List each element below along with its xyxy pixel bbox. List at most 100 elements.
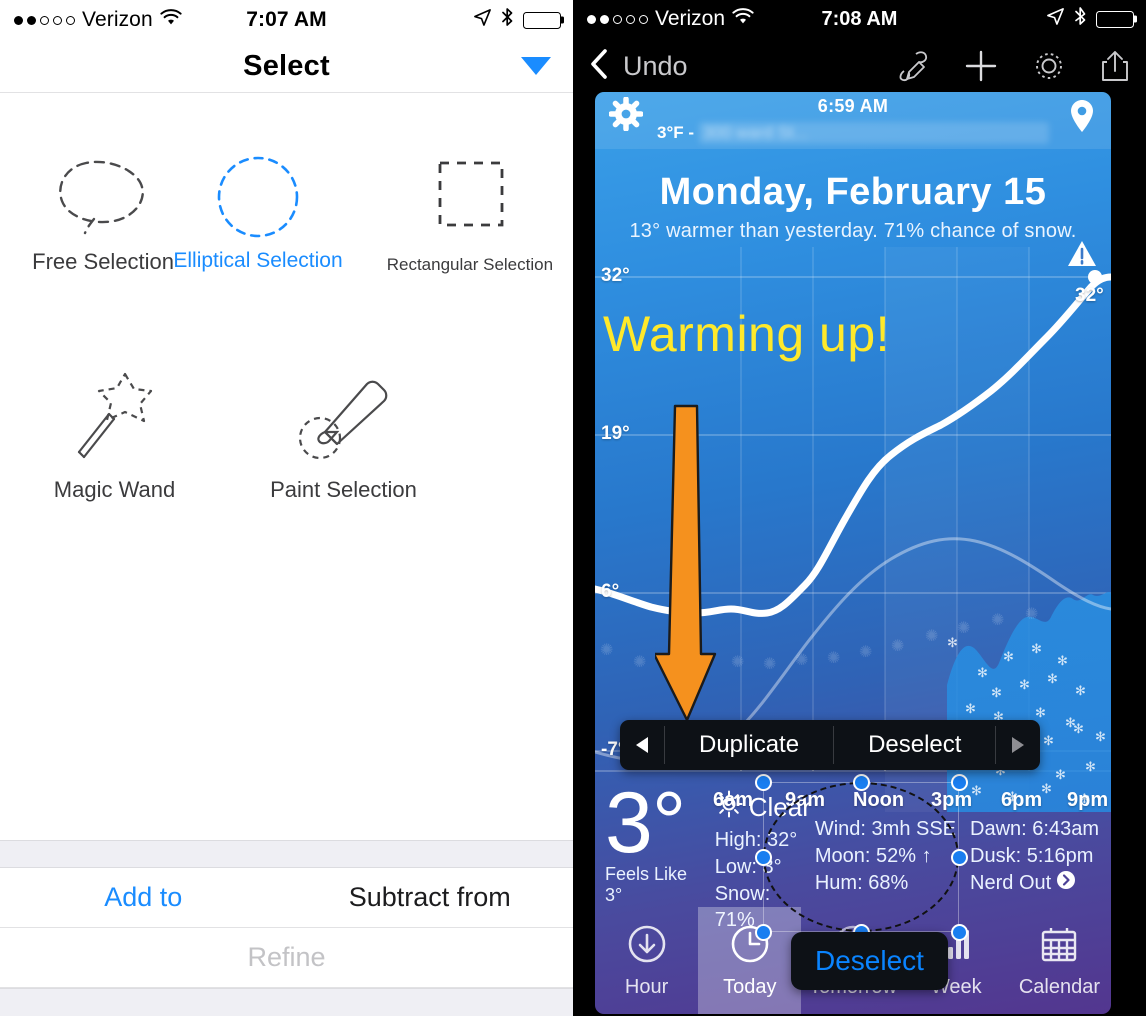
bluetooth-icon [501,7,514,33]
svg-text:✺: ✺ [925,626,938,645]
location-pin-icon[interactable] [1067,98,1097,139]
chevron-right-circle-icon[interactable] [1056,870,1076,898]
current-temp-block: 3° Feels Like 3° [605,780,699,906]
detail-dawn: Dawn: 6:43am [970,818,1099,840]
svg-text:✻: ✻ [965,702,976,717]
refine-button[interactable]: Refine [247,942,325,973]
left-phone-screen: Verizon 7:07 AM Select Free Selection El… [0,0,573,1016]
bluetooth-icon [1074,6,1087,32]
battery-icon [1096,10,1137,28]
duplicate-menu-item[interactable]: Duplicate [665,720,833,770]
weather-clock: 6:59 AM [817,96,889,116]
left-status-bar: Verizon 7:07 AM [0,0,573,40]
tool-label: Elliptical Selection [173,249,343,272]
gear-icon[interactable] [1032,49,1066,83]
svg-text:✻: ✻ [1031,642,1042,657]
svg-text:✺: ✺ [699,656,712,675]
svg-text:✺: ✺ [859,642,872,661]
location-arrow-icon [1046,7,1065,32]
svg-text:✺: ✺ [667,648,680,667]
selection-handle-sw[interactable] [755,924,772,941]
undo-button[interactable]: Undo [589,48,688,85]
point-label-3: 3° [681,585,700,606]
subtract-from-button[interactable]: Subtract from [287,882,574,913]
weather-header: 6:59 AM 3°F - 300 ward St... [595,92,1111,149]
svg-text:✺: ✺ [600,640,613,659]
deselect-button[interactable]: Deselect [791,932,948,990]
free-selection-icon [48,145,158,249]
deselect-menu-item[interactable]: Deselect [834,720,995,770]
triangle-left-icon[interactable] [620,720,664,770]
detail-wind: Wind: 3mh SSE [814,818,957,840]
svg-text:✻: ✻ [1035,706,1046,721]
tab-today[interactable]: Today [698,907,802,1014]
calendar-icon [1038,923,1080,970]
tab-label: Hour [624,975,669,998]
selection-handle-se[interactable] [951,924,968,941]
weather-detail-strip: 3° Feels Like 3° Clear High: 32° Low: 3°… [595,780,1111,931]
undo-label: Undo [623,50,688,81]
condition-heading: Clear [715,790,811,825]
detail-dusk: Dusk: 5:16pm [970,844,1094,867]
add-to-button[interactable]: Add to [0,882,287,913]
right-nav-icon-group [896,49,1130,83]
tool-elliptical-selection[interactable]: Elliptical Selection [173,145,343,275]
down-arrow-circle-icon [626,923,668,970]
svg-text:✻: ✻ [1057,654,1068,669]
screenshot-root: Verizon 7:07 AM Select Free Selection El… [0,0,1146,1016]
nerd-out-label: Nerd Out [970,872,1052,895]
svg-text:✺: ✺ [991,610,1004,629]
page-title: Select [243,49,330,82]
tab-hour[interactable]: Hour [595,907,698,1014]
right-status-icons [1046,6,1137,32]
svg-text:✻: ✻ [1073,722,1084,737]
stats-block: Wind: 3mh SSE Moon: 52% ↑ Hum: 68% [815,816,956,896]
svg-text:✺: ✺ [795,650,808,669]
svg-text:✻: ✻ [1043,734,1054,749]
chevron-left-icon[interactable] [589,48,609,85]
refine-row[interactable]: Refine [0,928,573,988]
magic-wand-icon [65,363,165,467]
sun-icon [715,790,743,825]
selection-handle-nw[interactable] [755,774,772,791]
tool-rectangular-selection[interactable]: Rectangular Selection [367,145,573,275]
tool-magic-wand[interactable]: Magic Wand [0,363,229,503]
nerd-out-link[interactable]: Nerd Out [970,870,1099,898]
svg-text:✻: ✻ [1019,678,1030,693]
svg-text:✺: ✺ [1025,604,1038,623]
plus-icon[interactable] [964,49,998,83]
detail-moon: Moon: 52% ↑ [814,844,932,867]
menu-caret [820,769,841,770]
selection-handle-e[interactable] [951,849,968,866]
svg-text:✺: ✺ [763,654,776,673]
tool-paint-selection[interactable]: Paint Selection [229,363,458,503]
y-tick-6: 6° [601,581,620,602]
svg-text:✻: ✻ [991,686,1002,701]
chevron-down-icon[interactable] [521,57,551,75]
selection-handle-n[interactable] [853,774,870,791]
divider-strip-top [0,840,573,868]
share-icon[interactable] [1100,49,1130,83]
svg-text:✻: ✻ [1085,760,1096,775]
tab-label: Today [723,975,777,998]
triangle-right-icon[interactable] [996,720,1040,770]
selection-handle-w[interactable] [755,849,772,866]
address-blurred: 300 ward St... [699,122,1049,144]
tool-label: Rectangular Selection [386,255,554,274]
weather-address-row[interactable]: 3°F - 300 ward St... [657,122,1049,144]
left-bottom-actions: Add to Subtract from Refine [0,840,573,1016]
address-temp: 3°F - [657,123,695,142]
tab-calendar[interactable]: Calendar [1008,907,1111,1014]
edit-context-menu: Duplicate Deselect [620,720,1041,770]
weather-subtitle: 13° warmer than yesterday. 71% chance of… [629,220,1077,242]
battery-icon [523,11,564,29]
svg-text:✻: ✻ [977,666,988,681]
tool-row-1: Free Selection Elliptical Selection Rect… [0,145,573,275]
divider-strip-bottom [0,988,573,1016]
svg-text:✻: ✻ [1055,768,1066,783]
astro-block: Dawn: 6:43am Dusk: 5:16pm Nerd Out [970,816,1099,897]
svg-text:✻: ✻ [947,636,958,651]
high-temp-point [1088,270,1102,284]
selection-handle-ne[interactable] [951,774,968,791]
eyedropper-icon[interactable] [896,49,930,83]
